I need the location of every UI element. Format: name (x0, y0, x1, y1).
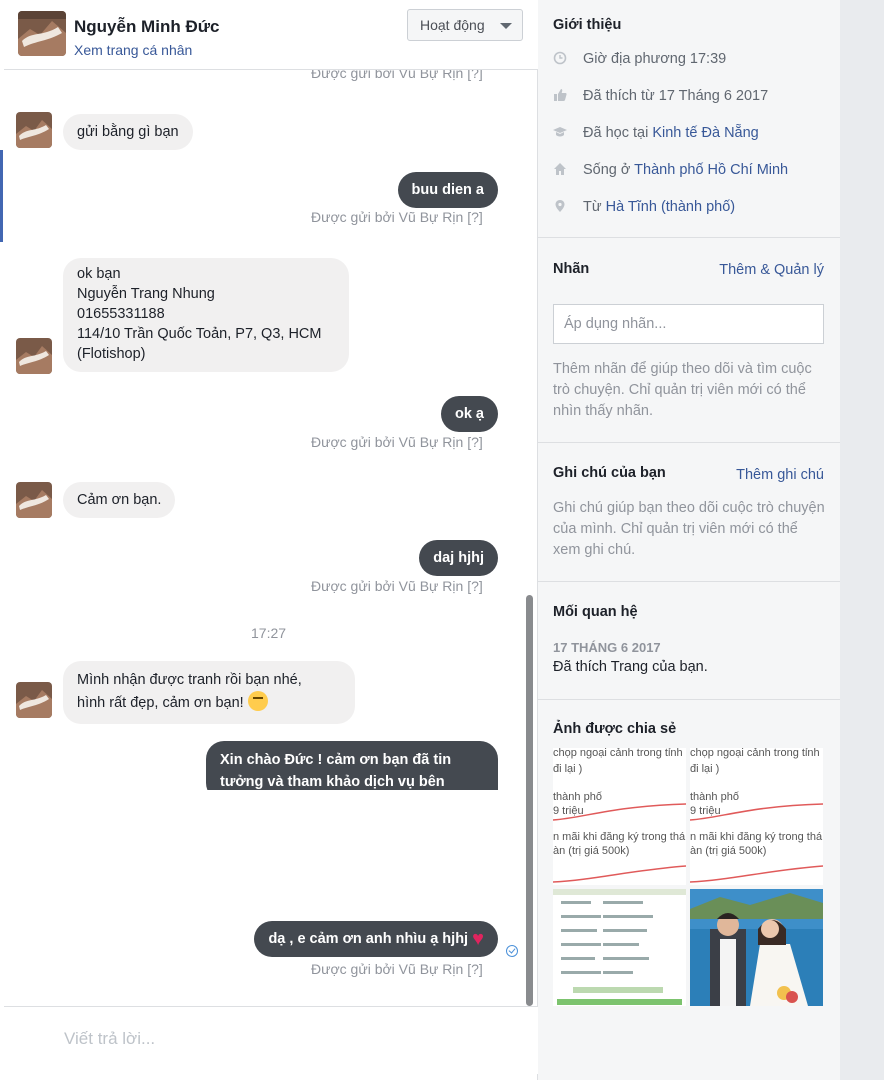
page-background (840, 0, 884, 1080)
message-line: Xin chào Đức ! cảm ơn bạn đã tin (220, 752, 452, 768)
intro-title: Giới thiệu (553, 17, 622, 33)
svg-text:n mãi khi đăng ký trong thá: n mãi khi đăng ký trong thá (553, 831, 686, 843)
heart-emoji-icon: ♥ (472, 928, 484, 950)
message-bubble-outgoing[interactable]: buu dien a (397, 172, 498, 208)
contact-info-panel: Giới thiệu Giờ địa phương 17:39 Đã thích… (538, 0, 840, 1080)
studied-prefix: Đã học tại (583, 125, 653, 141)
svg-text:9 triệu: 9 triệu (690, 805, 721, 817)
seen-check-icon (506, 945, 518, 957)
relationship-date: 17 THÁNG 6 2017 (553, 640, 661, 655)
message-list[interactable]: Được gửi bởi Vũ Bự Rịn [?] gửi bằng gì b… (4, 70, 538, 1006)
svg-text:àn (trị giá 500k): àn (trị giá 500k) (690, 845, 766, 857)
active-indicator (0, 150, 3, 242)
shared-photo[interactable]: chọp ngoại cảnh trong tỉnh đi lại ) thành … (690, 748, 823, 885)
labels-title: Nhãn (553, 261, 590, 277)
svg-text:chọp ngoại cảnh trong tỉnh: chọp ngoại cảnh trong tỉnh (553, 748, 683, 759)
home-icon (554, 163, 566, 175)
sent-by-label: Được gửi bởi Vũ Bự Rịn [?] (311, 209, 483, 225)
message-bubble-outgoing[interactable]: dạ , e cảm ơn anh nhìu ạ hjhj ♥ (254, 921, 498, 957)
graduation-cap-icon (553, 127, 567, 137)
thumbs-up-icon (554, 89, 567, 101)
intro-section: Giới thiệu Giờ địa phương 17:39 Đã thích… (538, 0, 840, 238)
shared-photos-title: Ảnh được chia sẻ (553, 721, 677, 737)
message-bubble-incoming[interactable]: Mình nhận được tranh rồi bạn nhé, hình r… (63, 661, 355, 724)
lives-in-row: Sống ở Thành phố Hồ Chí Minh (553, 162, 788, 178)
hometown-row: Từ Hà Tĩnh (thành phố) (553, 199, 735, 215)
image-placeholder (4, 790, 524, 920)
message-line: 01655331188 (77, 306, 165, 322)
shared-photo[interactable] (553, 889, 686, 1006)
message-line: Nguyễn Trang Nhung (77, 286, 215, 302)
school-link[interactable]: Kinh tế Đà Nẵng (652, 125, 758, 141)
message-text: dạ , e cảm ơn anh nhìu ạ hjhj (268, 931, 469, 947)
add-note-link[interactable]: Thêm ghi chú (736, 467, 824, 483)
liked-since-row: Đã thích từ 17 Tháng 6 2017 (553, 88, 768, 104)
lives-prefix: Sống ở (583, 162, 635, 178)
message-bubble-incoming[interactable]: gửi bằng gì bạn (63, 114, 193, 150)
chat-header: Nguyễn Minh Đức Xem trang cá nhân Hoạt đ… (4, 0, 538, 70)
svg-text:àn (trị giá 500k): àn (trị giá 500k) (553, 845, 629, 857)
svg-text:đi lại ): đi lại ) (553, 763, 582, 775)
time-separator: 17:27 (251, 625, 287, 641)
shared-photo[interactable] (690, 889, 823, 1006)
message-line: (Flotishop) (77, 346, 146, 362)
message-bubble-outgoing[interactable]: ok ạ (440, 396, 498, 432)
reply-input[interactable]: Viết trả lời... (64, 1029, 155, 1049)
from-prefix: Từ (583, 199, 606, 215)
message-line: ok bạn (77, 266, 121, 282)
message-bubble-outgoing[interactable]: daj hjhj (419, 540, 498, 576)
messenger-app: Nguyễn Minh Đức Xem trang cá nhân Hoạt đ… (0, 0, 884, 1080)
chat-panel: Nguyễn Minh Đức Xem trang cá nhân Hoạt đ… (4, 0, 815, 1080)
svg-text:9 triệu: 9 triệu (553, 805, 584, 817)
local-time-row: Giờ địa phương 17:39 (553, 51, 726, 67)
svg-text:n mãi khi đăng ký trong thá: n mãi khi đăng ký trong thá (690, 831, 823, 843)
relationship-section: Mối quan hệ 17 THÁNG 6 2017 Đã thích Tra… (538, 582, 840, 700)
city-link[interactable]: Thành phố Hồ Chí Minh (634, 162, 788, 178)
scrollbar-thumb[interactable] (526, 595, 533, 1006)
svg-text:thành phố: thành phố (553, 791, 602, 803)
svg-text:chọp ngoại cảnh trong tỉnh: chọp ngoại cảnh trong tỉnh (690, 748, 820, 759)
svg-text:thành phố: thành phố (690, 791, 739, 803)
relationship-title: Mối quan hệ (553, 604, 638, 620)
avatar[interactable] (16, 682, 52, 718)
message-line: Mình nhận được tranh rồi bạn nhé, (77, 672, 302, 688)
clock-icon (553, 51, 567, 65)
sent-by-label: Được gửi bởi Vũ Bự Rịn [?] (311, 578, 483, 594)
avatar[interactable] (16, 112, 52, 148)
location-pin-icon (555, 200, 565, 212)
sent-by-label: Được gửi bởi Vũ Bự Rịn [?] (311, 434, 483, 450)
message-line: 114/10 Trần Quốc Toản, P7, Q3, HCM (77, 326, 322, 342)
shared-photo[interactable]: chọp ngoại cảnh trong tỉnh đi lại ) thành … (553, 748, 686, 885)
message-line: hình rất đẹp, cảm ơn bạn! (77, 695, 244, 711)
message-bubble-incoming[interactable]: Cảm ơn bạn. (63, 482, 176, 518)
sent-by-label: Được gửi bởi Vũ Bự Rịn [?] (311, 961, 483, 977)
liked-since: Đã thích từ 17 Tháng 6 2017 (583, 88, 769, 104)
add-manage-labels-link[interactable]: Thêm & Quản lý (719, 262, 824, 278)
status-label: Hoạt động (420, 17, 485, 33)
notes-title: Ghi chú của bạn (553, 465, 666, 481)
message-bubble-incoming[interactable]: ok bạn Nguyễn Trang Nhung 01655331188 11… (63, 258, 349, 372)
avatar[interactable] (16, 338, 52, 374)
avatar[interactable] (16, 482, 52, 518)
composer: Viết trả lời... (4, 1006, 815, 1074)
status-dropdown[interactable]: Hoạt động (407, 9, 523, 41)
svg-text:đi lại ): đi lại ) (690, 763, 719, 775)
labels-help-text: Thêm nhãn để giúp theo dõi và tìm cuộc t… (553, 361, 812, 419)
contact-name[interactable]: Nguyễn Minh Đức (74, 17, 219, 37)
notes-section: Ghi chú của bạn Thêm ghi chú Ghi chú giú… (538, 443, 840, 582)
local-time: Giờ địa phương 17:39 (583, 51, 727, 67)
hometown-link[interactable]: Hà Tĩnh (thành phố) (606, 199, 736, 215)
view-profile-link[interactable]: Xem trang cá nhân (74, 42, 192, 58)
sent-by-label: Được gửi bởi Vũ Bự Rịn [?] (311, 70, 483, 81)
avatar[interactable] (18, 11, 66, 56)
notes-help-text: Ghi chú giúp bạn theo dõi cuộc trò chuyệ… (553, 500, 825, 558)
apply-label-input[interactable]: Áp dụng nhãn... (553, 304, 824, 344)
relationship-text: Đã thích Trang của bạn. (553, 659, 708, 675)
education-row: Đã học tại Kinh tế Đà Nẵng (553, 125, 759, 141)
smile-emoji-icon (247, 691, 268, 711)
chevron-down-icon (500, 23, 512, 29)
